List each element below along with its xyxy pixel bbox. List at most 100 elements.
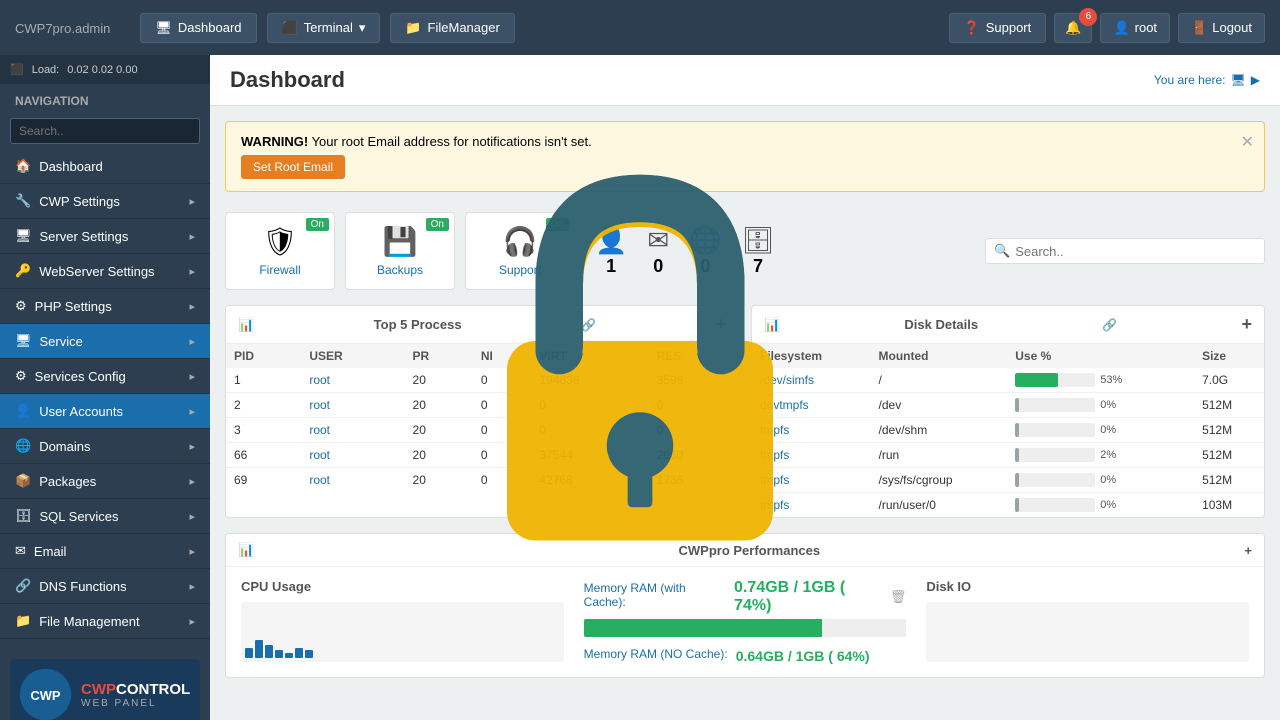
warning-message: Your root Email address for notification… [312,134,592,149]
sidebar-item-packages[interactable]: 📦 Packages ▸ [0,464,210,499]
pr-header: PR [405,344,473,368]
config-icon: ⚙ [15,368,27,384]
table-row: tmpfs /dev/shm 0% 512M [752,418,1264,443]
disk-header: 📊 Disk Details 🔗 + [752,306,1264,344]
table-row: tmpfs /run/user/0 0% 103M [752,493,1264,518]
arrow-icon: ▸ [189,475,195,488]
user-icon: 👤 [1113,20,1129,36]
user-accounts-icon: 👤 [15,403,31,419]
sidebar-item-service-ssh[interactable]: 🖥 Service ▸ [0,324,210,359]
filemanager-nav-button[interactable]: 📁 FileManager [390,13,514,43]
server-settings-icon: 🖥 [15,228,32,244]
support-nav-button[interactable]: ❓ Support [949,13,1047,43]
wrench-icon: 🔧 [15,193,31,209]
monitor-icon: 🖥 [1231,73,1246,87]
backups-icon: 💾 [383,225,418,258]
user-button[interactable]: 👤 root [1100,13,1170,43]
on-badge: On [546,218,569,231]
content-header: Dashboard You are here: 🖥 ▶ [210,55,1280,106]
terminal-dropdown-icon: ▾ [359,20,366,36]
mounted-header: Mounted [871,344,1008,368]
cpu-col: CPU Usage [241,579,564,665]
trash-icon[interactable]: 🗑 [890,589,907,605]
users-stat: 👤 1 [595,225,627,277]
diskio-chart [926,602,1249,662]
firewall-label: Firewall [259,263,300,277]
link-icon: 🔗 [581,318,596,332]
perf-header: 📊 CWPpro Performances + [226,534,1264,567]
table-row: 3root20000 [226,418,738,443]
add-perf-button[interactable]: + [1244,543,1252,558]
home-icon: 🏠 [15,158,31,174]
sidebar-item-file-management[interactable]: 📁 File Management ▸ [0,604,210,639]
add-process-button[interactable]: + [715,314,726,335]
backups-label: Backups [377,263,423,277]
content-search-input[interactable] [1015,244,1235,259]
arrow-icon: ▸ [189,405,195,418]
nav-label: Navigation [0,84,210,113]
dashboard-nav-button[interactable]: 🖥 Dashboard [140,13,256,43]
email-icon: ✉ [15,543,26,559]
sidebar-item-domains[interactable]: 🌐 Domains ▸ [0,429,210,464]
sidebar-item-dns-functions[interactable]: 🔗 DNS Functions ▸ [0,569,210,604]
table-row: tmpfs /run 2% 512M [752,443,1264,468]
disk-details-panel: 📊 Disk Details 🔗 + Filesystem Mounted Us… [751,305,1265,518]
perf-body: CPU Usage Memory RAM [226,567,1264,677]
notifications-button[interactable]: 🔔 6 [1054,13,1092,43]
table-row: devtmpfs /dev 0% 512M [752,393,1264,418]
databases-stat-count: 7 [753,256,763,277]
databases-stat-icon: 🗄 [742,225,775,256]
file-icon: 📁 [15,613,31,629]
perf-chart-icon: 📊 [238,542,254,558]
top5-header: 📊 Top 5 Process 🔗 + [226,306,738,344]
table-row: 2root20000 [226,393,738,418]
users-stat-icon: 👤 [595,225,627,256]
warning-banner: WARNING! Your root Email address for not… [225,121,1265,192]
brand: CWP7pro.admin [15,16,110,39]
terminal-nav-button[interactable]: ⬛ Terminal ▾ [267,13,381,43]
chart-icon: 📊 [238,317,254,333]
memory-col: Memory RAM (with Cache): 0.74GB / 1GB ( … [584,579,907,665]
sidebar-search-input[interactable] [10,118,200,144]
logout-button[interactable]: 🚪 Logout [1178,13,1265,43]
diskio-col: Disk IO [926,579,1249,665]
domains-icon: 🌐 [15,438,31,454]
php-icon: ⚙ [15,298,27,314]
ssh-icon: 🖥 [15,333,32,349]
set-root-email-button[interactable]: Set Root Email [241,155,345,179]
sidebar-item-dashboard[interactable]: 🏠 Dashboard [0,149,210,184]
memory-bar-fill [584,619,823,637]
arrow-icon: ▸ [189,440,195,453]
support-widget: On 🎧 Support [465,212,575,290]
mail-stat-icon: ✉ [647,225,669,256]
support-icon: ❓ [964,20,980,36]
logout-icon: 🚪 [1191,20,1207,36]
databases-stat: 🗄 7 [742,225,775,277]
users-stat-count: 1 [606,256,616,277]
sidebar-item-server-settings[interactable]: 🖥 Server Settings ▸ [0,219,210,254]
disk-table: Filesystem Mounted Use % Size /dev/simfs… [752,344,1264,517]
on-badge: On [426,218,449,231]
use-header: Use % [1007,344,1194,368]
sidebar-item-user-accounts[interactable]: 👤 User Accounts ▸ [0,394,210,429]
page-title: Dashboard [230,67,345,93]
sidebar-item-sql-services[interactable]: 🗄 SQL Services ▸ [0,499,210,534]
sidebar-item-webserver-settings[interactable]: 🔑 WebServer Settings ▸ [0,254,210,289]
domains-stat: 🌐 0 [689,225,721,277]
fs-header: Filesystem [752,344,871,368]
arrow-icon: ▸ [189,300,195,313]
sidebar-item-php-settings[interactable]: ⚙ PHP Settings ▸ [0,289,210,324]
arrow-icon: ▸ [189,265,195,278]
sidebar-item-cwp-settings[interactable]: 🔧 CWP Settings ▸ [0,184,210,219]
add-disk-button[interactable]: + [1241,314,1252,335]
svg-text:CWP: CWP [31,688,61,703]
arrow-icon: ▸ [189,335,195,348]
dns-icon: 🔗 [15,578,31,594]
monitor-icon: 🖥 [155,20,172,36]
size-header: Size [1194,344,1264,368]
arrow-icon: ▸ [189,230,195,243]
sidebar-item-email[interactable]: ✉ Email ▸ [0,534,210,569]
close-icon[interactable]: ✕ [1241,132,1254,152]
sidebar: ⬛ Load: 0.02 0.02 0.00 Navigation 🏠 Dash… [0,55,210,720]
sidebar-item-services-config[interactable]: ⚙ Services Config ▸ [0,359,210,394]
